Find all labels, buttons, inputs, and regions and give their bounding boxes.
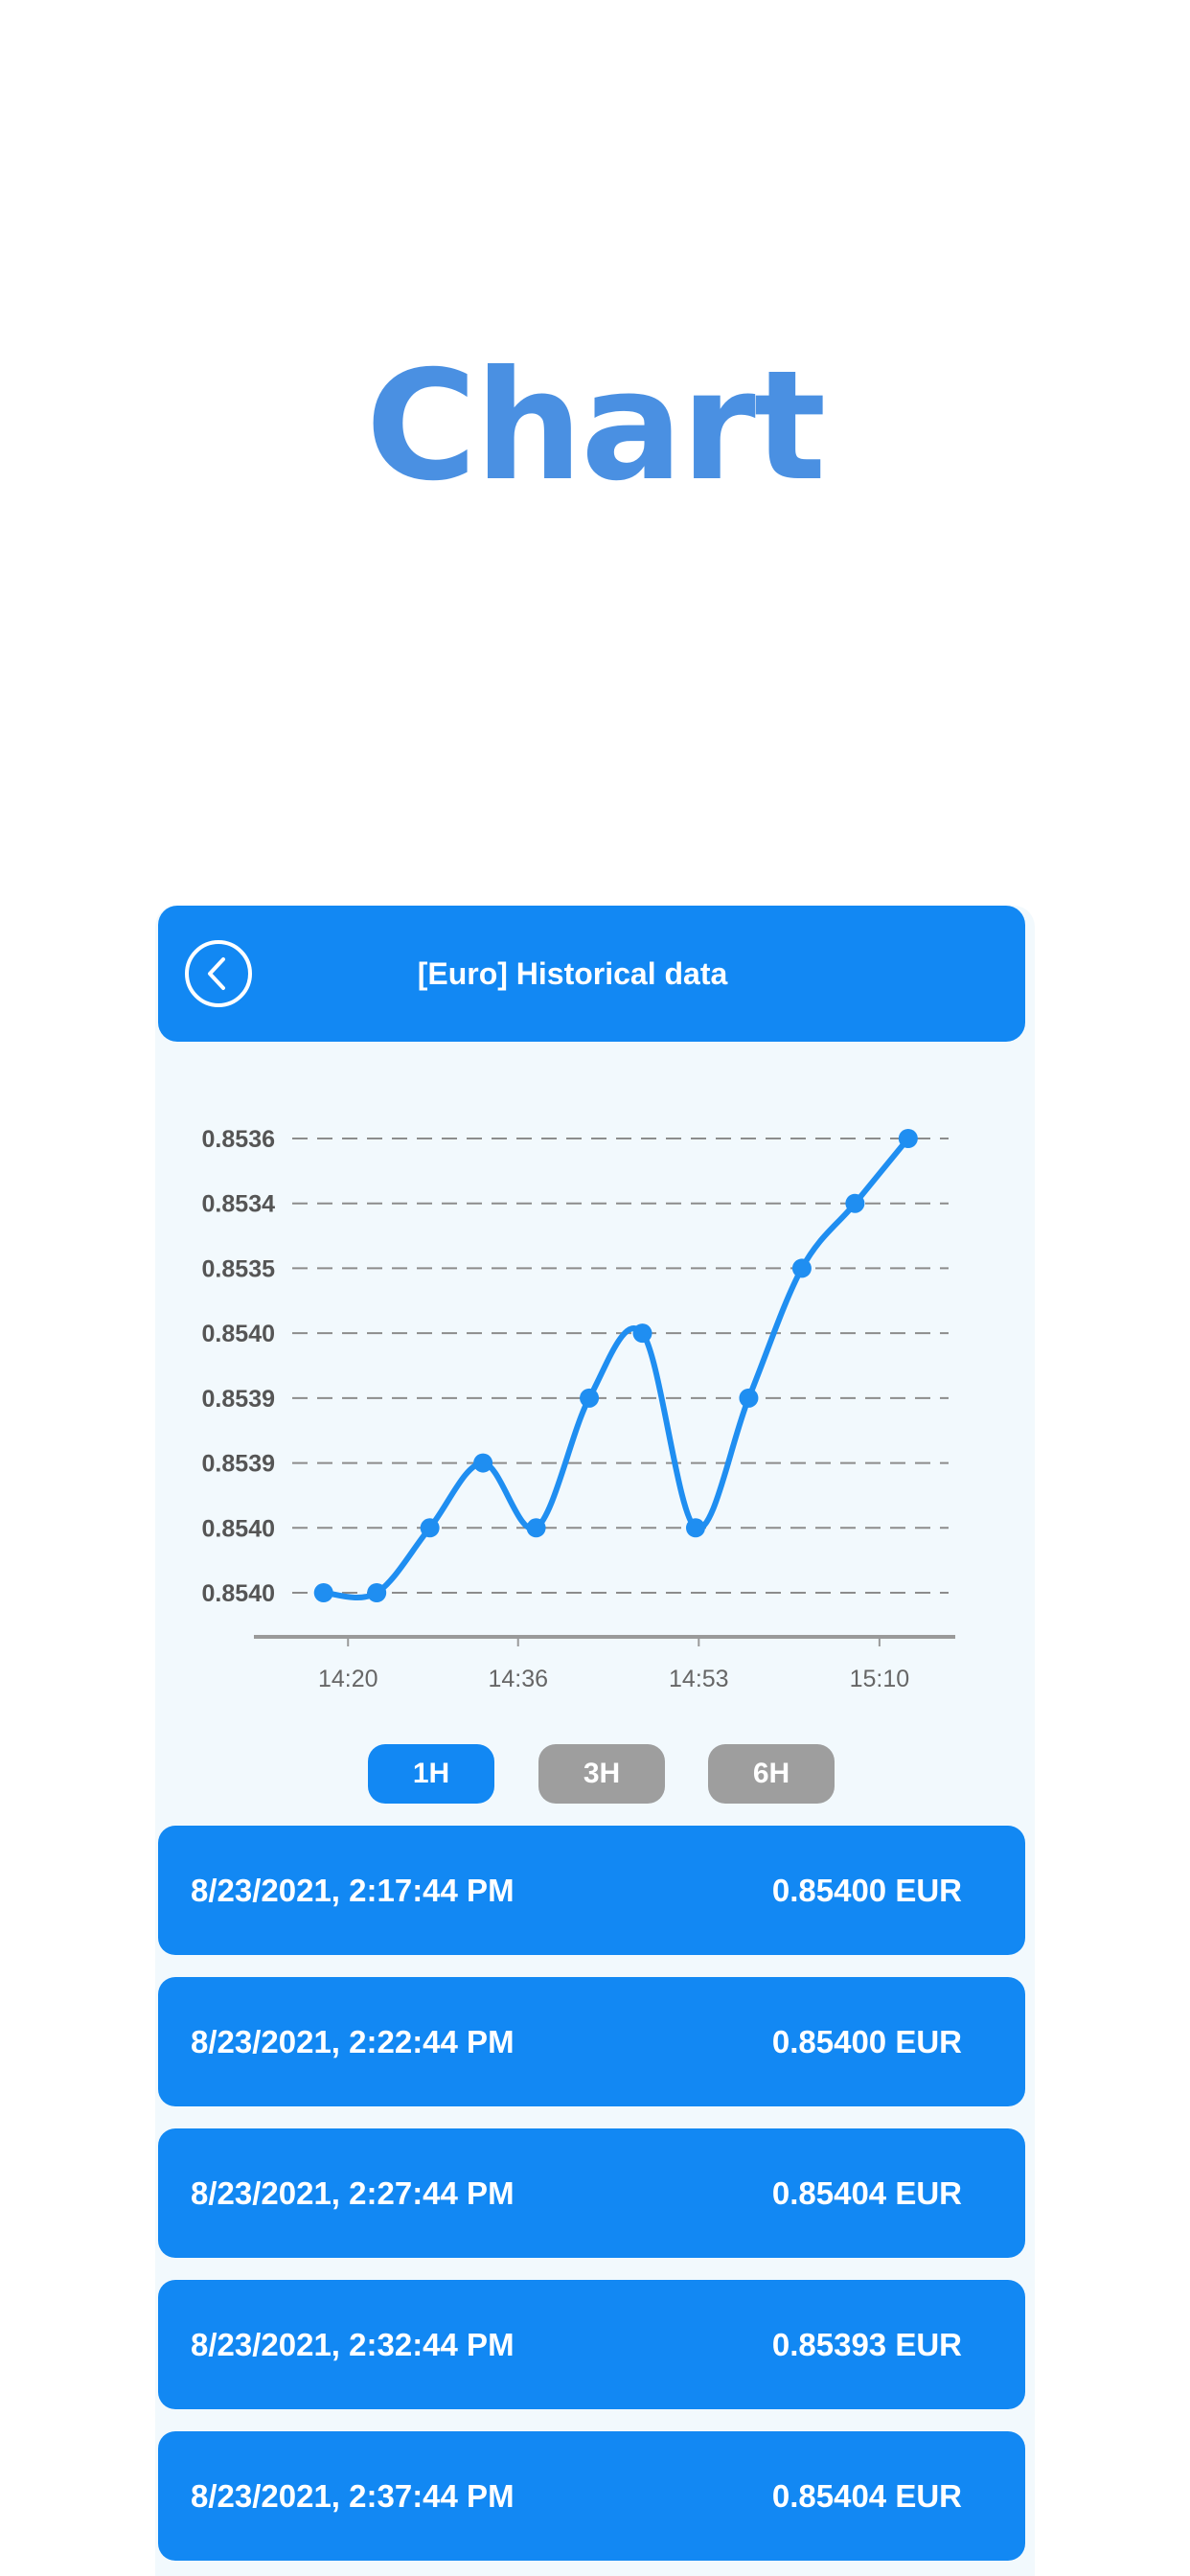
row-time: 8/23/2021, 2:37:44 PM [191, 2478, 515, 2514]
history-row[interactable]: 8/23/2021, 2:22:44 PM 0.85400 EUR [158, 1977, 1025, 2106]
row-time: 8/23/2021, 2:22:44 PM [191, 2024, 515, 2059]
chevron-left-circle-icon [208, 957, 225, 990]
history-row[interactable]: 8/23/2021, 2:37:44 PM 0.85404 EUR [158, 2431, 1025, 2561]
history-row[interactable]: 8/23/2021, 2:27:44 PM 0.85404 EUR [158, 2128, 1025, 2258]
y-tick-label: 0.8540 [202, 1580, 275, 1607]
row-value: 0.85400 EUR [771, 2024, 962, 2059]
range-button-3h[interactable]: 3H [538, 1744, 665, 1804]
range-button-1h[interactable]: 1H [368, 1744, 494, 1804]
data-point [845, 1193, 865, 1213]
page-title: Chart [365, 338, 827, 515]
x-tick-label: 15:10 [850, 1666, 910, 1692]
data-point [313, 1583, 333, 1602]
data-point [791, 1258, 812, 1278]
data-point [898, 1129, 918, 1148]
x-tick-label: 14:20 [318, 1666, 378, 1692]
row-value: 0.85393 EUR [771, 2327, 962, 2362]
price-chart: 0.8536 0.8534 0.8535 0.8540 0.8539 0.8539 0.85… [158, 1083, 1001, 1715]
app-header: [Euro] Historical data [158, 906, 1025, 1042]
y-tick-label: 0.8540 [202, 1321, 275, 1347]
y-tick-label: 0.8534 [202, 1191, 276, 1218]
x-tick-label: 14:53 [669, 1666, 729, 1692]
data-point [473, 1453, 493, 1473]
x-tick-label: 14:36 [488, 1666, 548, 1692]
data-point [739, 1388, 759, 1408]
data-point [526, 1518, 546, 1538]
data-point [420, 1518, 440, 1538]
y-tick-label: 0.8539 [202, 1451, 275, 1478]
row-time: 8/23/2021, 2:27:44 PM [191, 2175, 515, 2211]
y-tick-label: 0.8539 [202, 1386, 275, 1413]
data-point [367, 1583, 387, 1602]
y-tick-label: 0.8540 [202, 1515, 275, 1542]
range-selector: 1H 3H 6H [0, 1744, 1190, 1806]
history-row[interactable]: 8/23/2021, 2:32:44 PM 0.85393 EUR [158, 2280, 1025, 2409]
y-tick-label: 0.8535 [202, 1255, 276, 1282]
row-value: 0.85404 EUR [771, 2478, 962, 2514]
row-time: 8/23/2021, 2:32:44 PM [191, 2327, 515, 2362]
data-point [632, 1323, 652, 1344]
row-value: 0.85404 EUR [771, 2175, 962, 2211]
back-button[interactable] [185, 940, 252, 1007]
data-point [580, 1388, 600, 1408]
range-button-6h[interactable]: 6H [708, 1744, 835, 1804]
row-time: 8/23/2021, 2:17:44 PM [191, 1873, 515, 1908]
data-point [685, 1518, 705, 1538]
history-row[interactable]: 8/23/2021, 2:17:44 PM 0.85400 EUR [158, 1826, 1025, 1955]
row-value: 0.85400 EUR [771, 1873, 962, 1908]
price-chart-svg: 0.8536 0.8534 0.8535 0.8540 0.8539 0.8539 0.85… [202, 1126, 955, 1692]
y-tick-label: 0.8536 [202, 1126, 275, 1153]
header-title: [Euro] Historical data [417, 956, 728, 991]
